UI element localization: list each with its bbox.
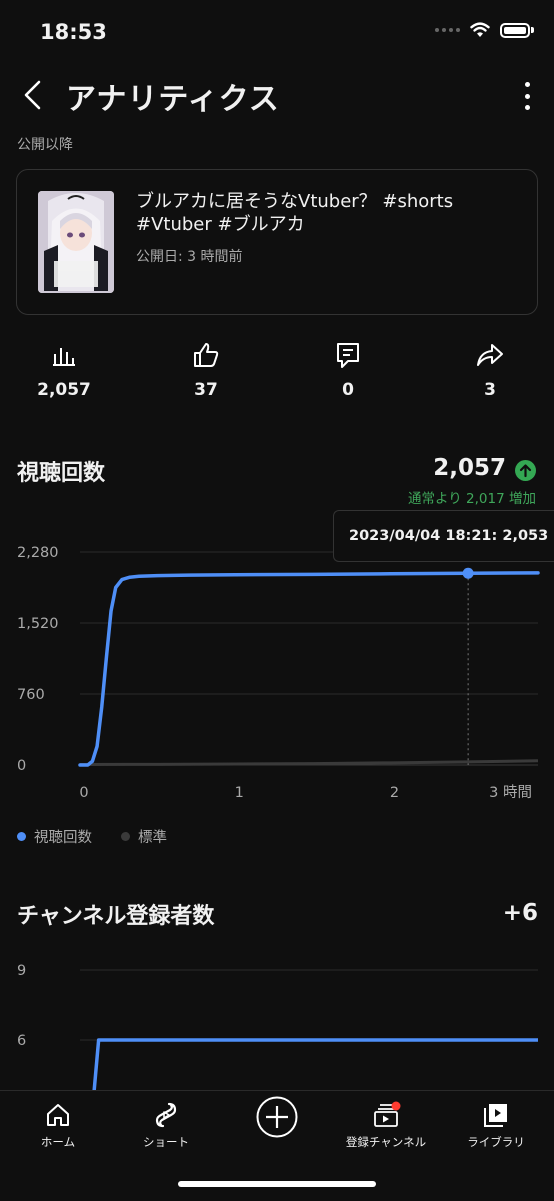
y-tick-label: 2,280 — [17, 545, 59, 561]
y-tick-label: 760 — [17, 687, 45, 703]
thumbs-up-icon — [194, 343, 219, 367]
nav-home[interactable]: ホーム — [3, 1100, 113, 1150]
subs-delta: +6 — [502, 900, 538, 926]
nav-create[interactable] — [222, 1095, 332, 1143]
page-title: アナリティクス — [66, 82, 280, 117]
subs-section-title: チャンネル登録者数 — [17, 904, 215, 929]
highlight-point — [462, 567, 474, 579]
y-tick-label: 9 — [17, 963, 26, 979]
arrow-up-icon — [515, 460, 536, 481]
stat-likes: 37 — [146, 340, 266, 400]
back-arrow-icon[interactable] — [18, 78, 52, 112]
legend-views: 視聴回数 — [17, 826, 92, 847]
legend-baseline-dot — [121, 832, 130, 841]
period-label: 公開以降 — [17, 137, 73, 153]
status-icons — [435, 22, 534, 38]
nav-shorts-label: ショート — [143, 1135, 189, 1149]
legend-baseline: 標準 — [121, 826, 167, 847]
y-tick-label: 1,520 — [17, 616, 59, 632]
legend-baseline-label: 標準 — [138, 830, 167, 846]
stat-shares-value: 3 — [484, 380, 496, 400]
subscriptions-icon — [374, 1101, 401, 1127]
subs-chart[interactable]: 96 — [0, 950, 554, 1090]
nav-subscriptions[interactable]: 登録チャンネル — [331, 1100, 441, 1150]
x-tick-label: 0 — [79, 785, 88, 801]
nav-library[interactable]: ライブラリ — [441, 1100, 551, 1150]
video-published-date: 公開日: 3 時間前 — [136, 249, 243, 265]
stat-shares: 3 — [430, 340, 550, 400]
chart-tooltip: 2023/04/04 18:21: 2,053 — [333, 510, 554, 562]
signal-icon — [435, 28, 460, 32]
x-tick-label: 3 時間 — [489, 784, 532, 801]
nav-subscriptions-label: 登録チャンネル — [345, 1135, 427, 1149]
views-section-title: 視聴回数 — [17, 461, 106, 486]
bar-chart-icon — [53, 348, 75, 366]
views-total: 2,057 — [433, 455, 506, 481]
stat-likes-value: 37 — [194, 380, 218, 400]
comment-icon — [337, 343, 359, 368]
status-time: 18:53 — [40, 20, 107, 44]
share-icon — [477, 344, 503, 366]
nav-library-label: ライブラリ — [467, 1135, 525, 1149]
video-title: ブルアカに居そうなVtuber？ #shorts #Vtuber #ブルアカ — [136, 191, 454, 235]
x-tick-label: 2 — [390, 785, 399, 801]
y-tick-label: 6 — [17, 1033, 26, 1049]
shorts-icon — [155, 1102, 177, 1128]
library-icon — [484, 1104, 507, 1127]
x-tick-label: 1 — [235, 785, 244, 801]
legend-views-dot — [17, 832, 26, 841]
create-icon — [256, 1096, 298, 1138]
series-line-subscribers — [92, 1038, 538, 1090]
stat-comments-value: 0 — [342, 380, 354, 400]
video-thumbnail — [38, 191, 114, 293]
series-line-views — [78, 571, 540, 767]
nav-shorts[interactable]: ショート — [111, 1100, 221, 1150]
stat-views-value: 2,057 — [37, 380, 91, 400]
stat-views: 2,057 — [4, 340, 124, 400]
more-options-icon[interactable] — [522, 82, 532, 110]
y-tick-label: 0 — [17, 758, 26, 774]
home-icon — [47, 1104, 69, 1126]
legend-views-label: 視聴回数 — [34, 830, 92, 846]
battery-icon — [500, 22, 530, 38]
stat-comments: 0 — [288, 340, 408, 400]
home-indicator — [178, 1181, 376, 1187]
views-chart[interactable]: 2,280 1,520 760 0 0 1 2 3 時間 — [0, 530, 554, 820]
views-comparison: 通常より 2,017 増加 — [408, 491, 536, 507]
series-line-baseline — [79, 759, 539, 766]
nav-home-label: ホーム — [40, 1135, 76, 1149]
wifi-icon — [470, 22, 490, 37]
